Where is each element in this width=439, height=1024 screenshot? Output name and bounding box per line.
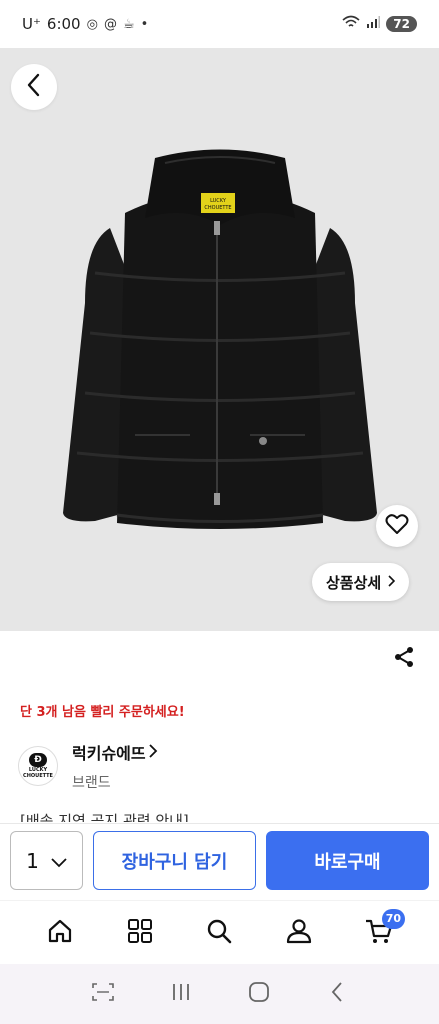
home-button[interactable] (244, 979, 274, 1009)
stock-alert: 단 3개 남음 빨리 주문하세요! (20, 705, 185, 720)
wifi-icon (342, 15, 360, 33)
signal-icon (366, 16, 381, 32)
brand-row[interactable]: Ð LUCKY CHOUETTE 럭키슈에뜨 브랜드 (18, 740, 158, 792)
brand-logo-text-2: CHOUETTE (23, 773, 53, 779)
home-rounded-square-icon (248, 981, 270, 1007)
jacket-tag-line1: LUCKY (210, 198, 227, 204)
buy-now-button[interactable]: 바로구매 (266, 831, 429, 890)
more-dot-icon: • (140, 16, 149, 32)
brand-text: 럭키슈에뜨 브랜드 (72, 740, 158, 792)
product-title: [배송 지연 공지 관련 안내] (20, 812, 189, 822)
product-title-clip: [배송 지연 공지 관련 안내] (20, 812, 420, 822)
chrome-icon: ◎ (86, 16, 98, 32)
nav-category[interactable] (118, 911, 162, 955)
recent-apps-button[interactable] (166, 979, 196, 1009)
system-nav (0, 964, 439, 1024)
nav-search[interactable] (197, 911, 241, 955)
nav-cart[interactable]: 70 (357, 908, 406, 955)
back-button[interactable] (11, 64, 57, 110)
coffee-icon: ☕ (122, 16, 135, 32)
jacket-tag-line2: CHOUETTE (204, 205, 231, 211)
nav-home[interactable] (38, 911, 82, 955)
chevron-right-icon (148, 743, 158, 762)
chevron-right-icon (387, 573, 396, 591)
share-button[interactable] (390, 645, 418, 673)
quantity-select[interactable]: 1 (10, 831, 83, 890)
purchase-bar: 1 장바구니 담기 바로구매 (0, 823, 439, 900)
status-right: 72 (342, 15, 417, 33)
product-image[interactable]: LUCKY CHOUETTE 상품상세 (0, 48, 439, 631)
recent-apps-icon (171, 982, 191, 1006)
status-left: U⁺ 6:00 ◎ @ ☕ • (22, 15, 148, 33)
battery-indicator: 72 (386, 16, 417, 32)
brand-name[interactable]: 럭키슈에뜨 (72, 740, 146, 764)
chevron-down-icon (51, 849, 67, 873)
system-back-button[interactable] (322, 979, 352, 1009)
carrier-label: U⁺ (22, 15, 41, 33)
add-to-cart-button[interactable]: 장바구니 담기 (93, 831, 256, 890)
search-icon (205, 917, 233, 949)
heart-icon (385, 513, 409, 539)
brand-sub-label: 브랜드 (72, 775, 111, 791)
quantity-value: 1 (26, 848, 39, 873)
home-icon (46, 917, 74, 949)
brand-logo[interactable]: Ð LUCKY CHOUETTE (18, 746, 58, 786)
cart-count-badge: 70 (381, 908, 406, 929)
category-grid-icon (127, 918, 153, 948)
nav-profile[interactable] (277, 911, 321, 955)
scan-icon (91, 982, 115, 1006)
threads-icon: @ (103, 16, 117, 32)
time-label: 6:00 (46, 15, 81, 33)
profile-icon (285, 917, 313, 949)
share-icon (392, 645, 416, 673)
wishlist-button[interactable] (376, 505, 418, 547)
back-chevron-icon (330, 981, 344, 1007)
jacket-photo: LUCKY CHOUETTE (63, 149, 377, 529)
screenshot-scan-button[interactable] (88, 979, 118, 1009)
brand-logo-mark: Ð (29, 753, 47, 767)
product-detail-label: 상품상세 (326, 573, 382, 592)
status-bar: U⁺ 6:00 ◎ @ ☕ • 72 (0, 0, 439, 48)
bottom-nav: 70 (0, 900, 439, 964)
product-detail-button[interactable]: 상품상세 (312, 563, 410, 601)
chevron-left-icon (26, 73, 42, 101)
